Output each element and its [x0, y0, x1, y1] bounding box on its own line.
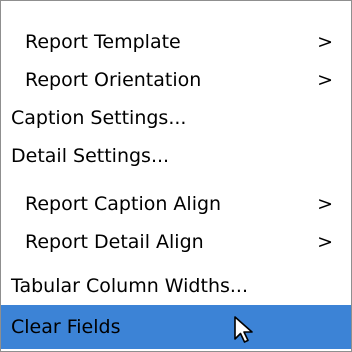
submenu-arrow-icon: >	[317, 231, 333, 253]
menu-item-label: Caption Settings...	[11, 107, 187, 129]
menu-item-label: Report Detail Align	[25, 231, 204, 253]
menu-item-clear-fields[interactable]: Clear Fields	[1, 305, 351, 349]
submenu-arrow-icon: >	[317, 69, 333, 91]
menu-item-report-orientation[interactable]: Report Orientation >	[1, 61, 351, 99]
mouse-pointer-icon	[234, 316, 253, 343]
menu-item-report-caption-align[interactable]: Report Caption Align >	[1, 185, 351, 223]
menu-item-label: Report Template	[25, 31, 181, 53]
context-menu: Report Template > Report Orientation > C…	[0, 0, 352, 352]
menu-item-label: Report Caption Align	[25, 193, 222, 215]
menu-item-tabular-column-widths[interactable]: Tabular Column Widths...	[1, 267, 351, 305]
menu-item-label: Report Orientation	[25, 69, 202, 91]
submenu-arrow-icon: >	[317, 31, 333, 53]
menu-item-report-template[interactable]: Report Template >	[1, 23, 351, 61]
menu-item-caption-settings[interactable]: Caption Settings...	[1, 99, 351, 137]
menu-item-label: Clear Fields	[11, 316, 121, 338]
menu-item-label: Tabular Column Widths...	[11, 275, 248, 297]
menu-item-report-detail-align[interactable]: Report Detail Align >	[1, 223, 351, 261]
menu-item-detail-settings[interactable]: Detail Settings...	[1, 137, 351, 175]
submenu-arrow-icon: >	[317, 193, 333, 215]
menu-item-label: Detail Settings...	[11, 145, 170, 167]
